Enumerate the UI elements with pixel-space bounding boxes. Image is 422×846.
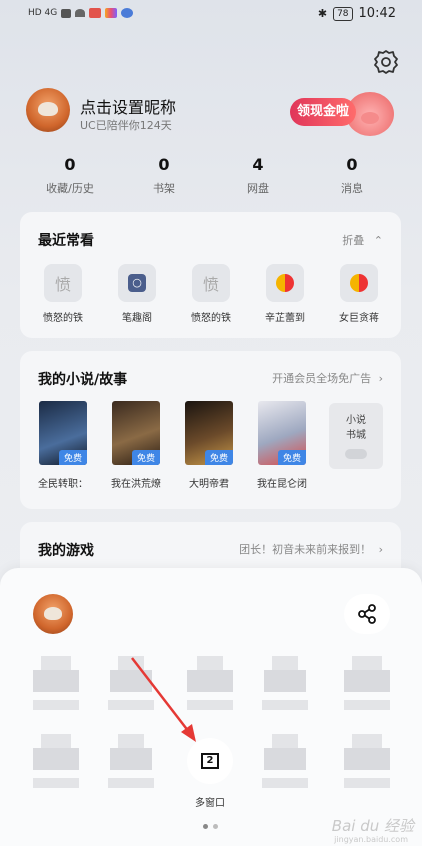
site-letter-icon: 愤 xyxy=(44,264,82,302)
app-notification-icon-2 xyxy=(105,8,118,18)
blurred-menu-item[interactable] xyxy=(33,656,79,718)
clock: 10:42 xyxy=(358,6,396,21)
blurred-menu-item[interactable] xyxy=(344,656,390,718)
free-tag: 免费 xyxy=(277,450,306,465)
blurred-menu-item[interactable] xyxy=(262,656,308,718)
watermark: Bai du 经验 xyxy=(331,817,414,835)
recent-item[interactable]: 愤 愤怒的铁 xyxy=(28,264,98,324)
watermark-sub: jingyan.baidu.com xyxy=(334,835,408,844)
book-item[interactable]: 免费 全民转职： xyxy=(28,401,98,490)
arrow-pill-icon xyxy=(345,449,367,459)
share-icon xyxy=(358,604,376,624)
chevron-up-icon: ⌃ xyxy=(373,234,383,247)
recent-title: 最近常看 xyxy=(38,233,94,249)
stat-label: 消息 xyxy=(341,182,363,195)
status-bar: HD 4G ✱ 78 10:42 xyxy=(0,0,422,30)
chevron-right-icon: › xyxy=(378,372,383,385)
wifi-icon xyxy=(75,9,86,17)
chevron-right-icon: › xyxy=(378,543,383,556)
stat-messages[interactable]: 0 消息 xyxy=(317,155,387,196)
novels-card: 我的小说/故事 开通会员全场免广告 › 免费 全民转职： 免费 我在洪荒燎 免费… xyxy=(20,351,401,509)
book-cover: 免费 xyxy=(185,401,233,465)
recent-item[interactable]: 辛芷蕾到 xyxy=(250,264,320,324)
vip-link-label: 开通会员全场免广告 xyxy=(272,372,372,385)
search-icon: ○ xyxy=(118,264,156,302)
free-tag: 免费 xyxy=(131,450,160,465)
stat-value: 0 xyxy=(346,155,358,174)
recent-item-label: 愤怒的铁 xyxy=(43,313,83,324)
days-subtitle: UC已陪伴你124天 xyxy=(80,119,172,132)
page-dot-active xyxy=(203,824,208,829)
recent-item[interactable]: ○ 笔趣阁 xyxy=(102,264,172,324)
blurred-menu-item[interactable] xyxy=(344,734,390,796)
novel-store-label: 小说 书城 xyxy=(346,415,366,441)
stat-value: 0 xyxy=(158,155,170,174)
book-title: 我在洪荒燎 xyxy=(111,479,161,490)
book-title: 大明帝君 xyxy=(189,479,229,490)
cash-reward-banner[interactable]: 领现金啦 xyxy=(290,92,394,136)
bottom-sheet: 2 多窗口 Bai du 经验 jingyan.baidu.com xyxy=(0,568,422,846)
book-cover: 免费 xyxy=(39,401,87,465)
app-notification-icon-3 xyxy=(121,8,134,18)
blurred-menu-item[interactable] xyxy=(108,656,154,718)
multi-window-label: 多窗口 xyxy=(195,798,225,809)
battery-icon: 78 xyxy=(333,6,353,21)
stat-label: 收藏/历史 xyxy=(46,182,94,195)
page-dot xyxy=(213,824,218,829)
book-item[interactable]: 免费 我在洪荒燎 xyxy=(101,401,171,490)
toutiao-icon xyxy=(340,264,378,302)
collapse-button[interactable]: 折叠 ⌃ xyxy=(342,232,383,248)
sheet-avatar[interactable] xyxy=(33,594,73,634)
recent-card: 最近常看 折叠 ⌃ 愤 愤怒的铁 ○ 笔趣阁 愤 愤怒的铁 辛芷蕾到 女巨贪蒋 xyxy=(20,212,401,338)
stat-label: 网盘 xyxy=(247,182,269,195)
blurred-menu-item[interactable] xyxy=(33,734,79,796)
nickname-label[interactable]: 点击设置昵称 xyxy=(80,94,176,118)
recent-item-label: 愤怒的铁 xyxy=(191,313,231,324)
collapse-label: 折叠 xyxy=(342,234,365,247)
site-letter-icon: 愤 xyxy=(192,264,230,302)
book-cover: 免费 xyxy=(112,401,160,465)
share-button[interactable] xyxy=(344,594,390,634)
recent-item[interactable]: 女巨贪蒋 xyxy=(324,264,394,324)
stat-value: 0 xyxy=(64,155,76,174)
network-label: HD 4G xyxy=(28,8,58,18)
games-title: 我的游戏 xyxy=(38,543,94,559)
book-cover: 免费 xyxy=(258,401,306,465)
vip-link[interactable]: 开通会员全场免广告 › xyxy=(272,370,383,386)
recent-item-label: 辛芷蕾到 xyxy=(265,313,305,324)
free-tag: 免费 xyxy=(204,450,233,465)
status-bar-left: HD 4G xyxy=(28,8,134,18)
bluetooth-icon: ✱ xyxy=(317,7,328,20)
recent-item-label: 笔趣阁 xyxy=(122,313,152,324)
status-bar-right: ✱ 78 10:42 xyxy=(318,6,396,21)
multi-window-button[interactable]: 2 xyxy=(187,738,233,784)
novel-store-button[interactable]: 小说 书城 xyxy=(329,403,383,469)
app-notification-icon xyxy=(89,8,102,18)
book-title: 全民转职： xyxy=(38,479,88,490)
page-indicator xyxy=(203,824,218,829)
recent-item[interactable]: 愤 愤怒的铁 xyxy=(176,264,246,324)
recent-item-label: 女巨贪蒋 xyxy=(339,313,379,324)
stat-cloud-drive[interactable]: 4 网盘 xyxy=(223,155,293,196)
stat-favorites[interactable]: 0 收藏/历史 xyxy=(35,155,105,196)
book-item[interactable]: 免费 我在昆仑闭 xyxy=(247,401,317,490)
multi-window-count: 2 xyxy=(201,753,219,769)
book-title: 我在昆仑闭 xyxy=(257,479,307,490)
cash-reward-label: 领现金啦 xyxy=(290,98,356,126)
settings-gear-icon[interactable] xyxy=(372,48,400,76)
games-link[interactable]: 团长！初音未来前来报到！ › xyxy=(239,541,383,557)
avatar[interactable] xyxy=(26,88,70,132)
novels-title: 我的小说/故事 xyxy=(38,372,128,388)
signal-icon xyxy=(61,8,72,18)
stat-bookshelf[interactable]: 0 书架 xyxy=(129,155,199,196)
toutiao-icon xyxy=(266,264,304,302)
blurred-menu-item[interactable] xyxy=(262,734,308,796)
book-item[interactable]: 免费 大明帝君 xyxy=(174,401,244,490)
stat-label: 书架 xyxy=(153,182,175,195)
stat-value: 4 xyxy=(252,155,264,174)
games-link-label: 团长！初音未来前来报到！ xyxy=(239,543,372,556)
free-tag: 免费 xyxy=(58,450,87,465)
blurred-menu-item[interactable] xyxy=(108,734,154,796)
blurred-menu-item[interactable] xyxy=(187,656,233,718)
